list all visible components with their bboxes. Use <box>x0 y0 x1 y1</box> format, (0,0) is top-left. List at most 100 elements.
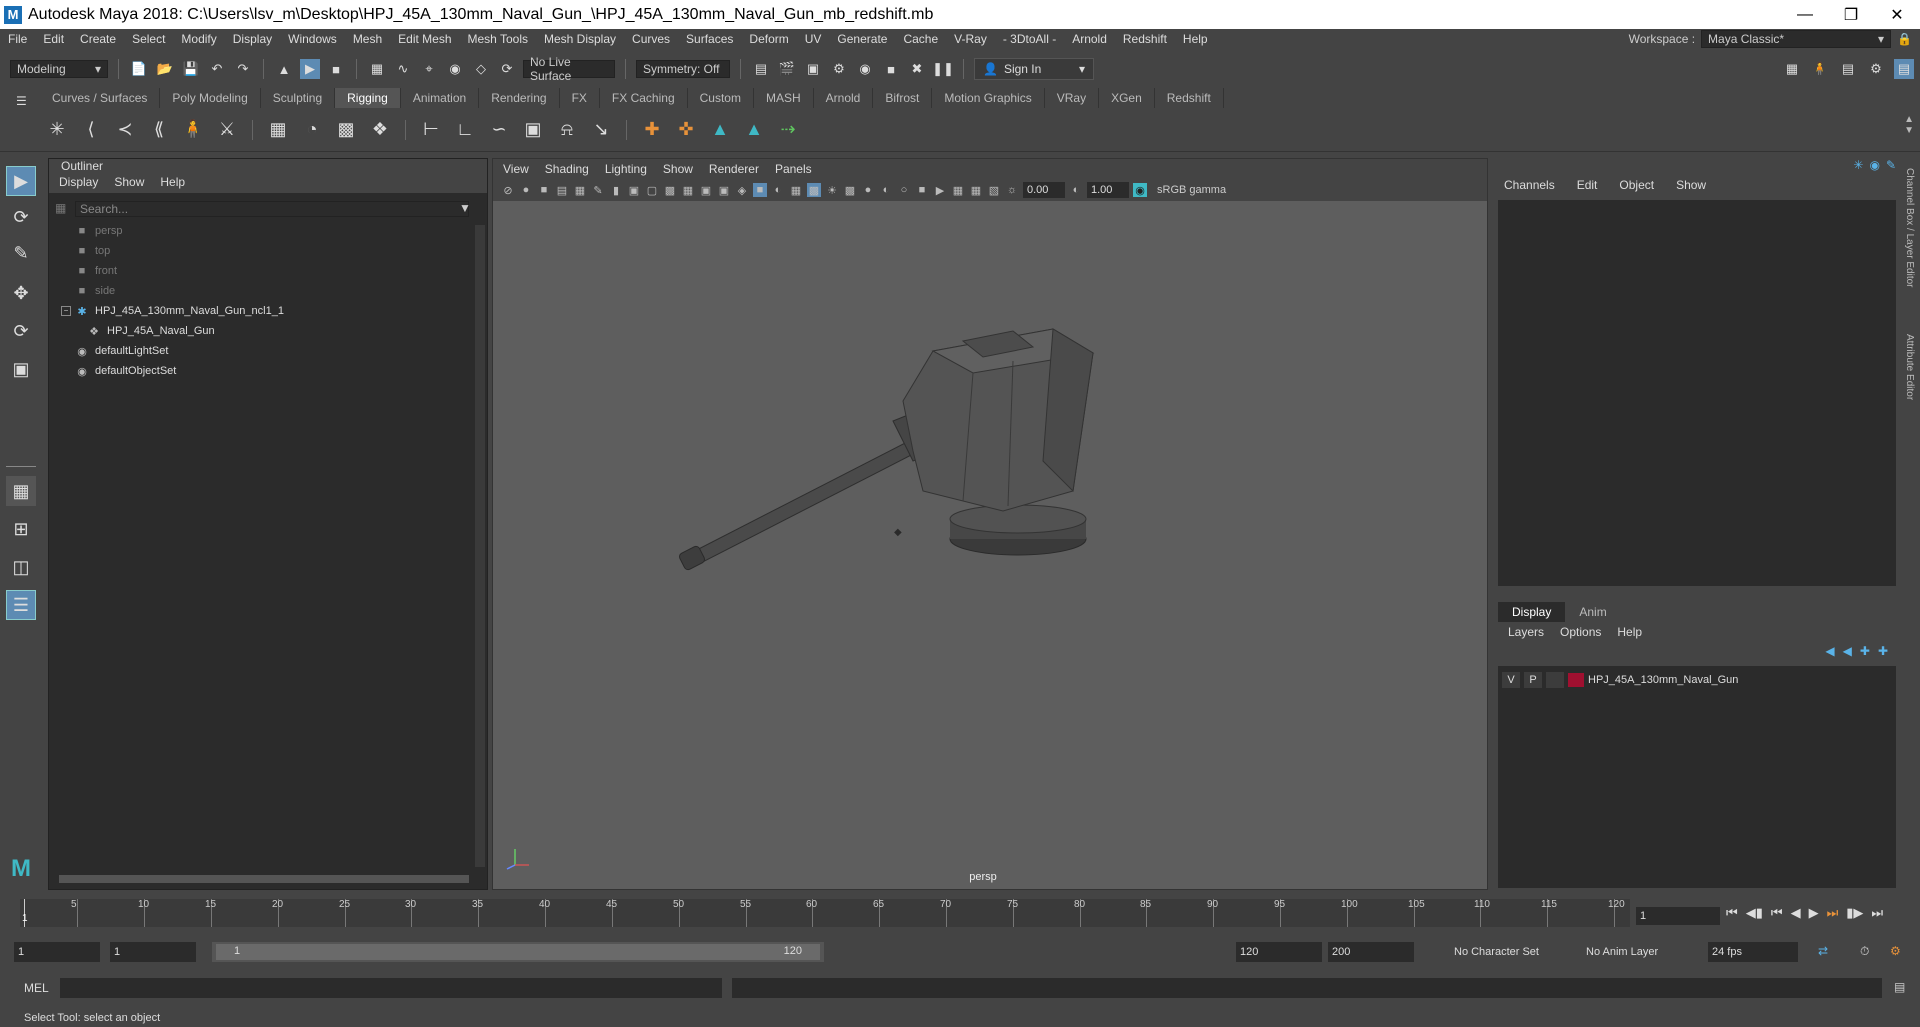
shelf-tab-animation[interactable]: Animation <box>401 88 480 108</box>
image-plane-icon[interactable]: ▤ <box>555 183 569 197</box>
safe-action-icon[interactable]: ▣ <box>699 183 713 197</box>
select-tool-icon[interactable]: ▶ <box>6 166 36 196</box>
channel-box-area[interactable] <box>1498 200 1896 586</box>
attribute-editor-side-tab[interactable]: Attribute Editor <box>1904 334 1915 400</box>
bind-skin-icon[interactable]: ▦ <box>265 117 291 143</box>
gamma-icon[interactable]: ◐ <box>1069 183 1083 197</box>
ik-spline-icon[interactable]: ≺ <box>112 117 138 143</box>
colorspace-dropdown[interactable]: sRGB gamma <box>1151 182 1301 198</box>
attribute-editor-toggle-icon[interactable]: ▤ <box>1838 59 1858 79</box>
render-settings-icon[interactable]: ⚙ <box>829 59 849 79</box>
shelf-tab-mash[interactable]: MASH <box>754 88 814 108</box>
new-layer-icon[interactable]: ✚ <box>1860 644 1870 658</box>
move-layer-up-icon[interactable]: ◀ <box>1825 644 1834 658</box>
tool-settings-panel-icon[interactable]: ✎ <box>1886 158 1896 172</box>
menu-create[interactable]: Create <box>72 32 124 46</box>
shelf-tab-arnold[interactable]: Arnold <box>814 88 874 108</box>
layer-color-swatch[interactable] <box>1568 673 1584 687</box>
menu-edit[interactable]: Edit <box>35 32 72 46</box>
outliner-item[interactable]: ◉ defaultObjectSet <box>49 361 469 381</box>
shelf-tab-rigging[interactable]: Rigging <box>335 88 401 108</box>
pole-vector-icon[interactable]: ↘ <box>588 117 614 143</box>
grease-pencil-icon[interactable]: ✎ <box>591 183 605 197</box>
hypershade-icon[interactable]: ◉ <box>855 59 875 79</box>
shelf-tab-rendering[interactable]: Rendering <box>479 88 560 108</box>
new-layer-selected-icon[interactable]: ✚ <box>1878 644 1888 658</box>
parent-constraint-icon[interactable]: ⍾ <box>554 117 580 143</box>
menu-vray[interactable]: V-Ray <box>946 32 995 46</box>
snap-live-icon[interactable]: ⟳ <box>497 59 517 79</box>
wireframe-icon[interactable]: ◈ <box>735 183 749 197</box>
tool-settings-icon[interactable]: ⚙ <box>1866 59 1886 79</box>
gate-mask-icon[interactable]: ▩ <box>663 183 677 197</box>
mel-input[interactable] <box>60 978 722 998</box>
bookmark-icon[interactable]: ■ <box>537 183 551 197</box>
cv-curve-icon[interactable]: ✜ <box>673 117 699 143</box>
shelf-tab-fx-caching[interactable]: FX Caching <box>600 88 688 108</box>
character-set-dropdown[interactable]: No Character Set <box>1450 942 1560 962</box>
collapse-icon[interactable]: − <box>61 306 71 316</box>
outliner-item[interactable]: ◉ defaultLightSet <box>49 341 469 361</box>
safe-title-icon[interactable]: ▣ <box>717 183 731 197</box>
move-pivot-icon[interactable]: ⇢ <box>775 117 801 143</box>
channel-box-side-tab[interactable]: Channel Box / Layer Editor <box>1904 168 1915 288</box>
default-material-icon[interactable]: ◐ <box>771 183 785 197</box>
single-perspective-layout-icon[interactable]: ▦ <box>6 476 36 506</box>
animation-preferences-icon[interactable]: ⚙ <box>1890 944 1901 958</box>
redo-icon[interactable]: ↷ <box>233 59 253 79</box>
range-slider[interactable]: 1 120 <box>212 942 824 962</box>
layer-menu-layers[interactable]: Layers <box>1508 625 1544 639</box>
viewport-menu-panels[interactable]: Panels <box>775 162 812 176</box>
channel-box-menu-channels[interactable]: Channels <box>1504 178 1555 192</box>
insert-joint-icon[interactable]: ⟪ <box>146 117 172 143</box>
menu-deform[interactable]: Deform <box>741 32 796 46</box>
menu-windows[interactable]: Windows <box>280 32 345 46</box>
point-constraint-icon[interactable]: ⊢ <box>418 117 444 143</box>
shelf-tab-poly-modeling[interactable]: Poly Modeling <box>160 88 261 108</box>
move-layer-down-icon[interactable]: ◀ <box>1843 644 1852 658</box>
field-chart-icon[interactable]: ▦ <box>681 183 695 197</box>
mash-distribute-icon[interactable]: ▲ <box>741 117 767 143</box>
outliner-item[interactable]: ■ persp <box>49 221 469 241</box>
menu-generate[interactable]: Generate <box>829 32 895 46</box>
undo-icon[interactable]: ↶ <box>207 59 227 79</box>
menu-mesh-tools[interactable]: Mesh Tools <box>460 32 536 46</box>
menu-file[interactable]: File <box>0 32 35 46</box>
auto-key-icon[interactable]: ⏱ <box>1860 944 1869 959</box>
shelf-tab-fx[interactable]: FX <box>560 88 600 108</box>
save-scene-icon[interactable]: 💾 <box>181 59 201 79</box>
attribute-icon[interactable]: ◉ <box>1869 158 1879 172</box>
render-view-icon[interactable]: ■ <box>881 59 901 79</box>
go-to-start-icon[interactable]: ⏮ <box>1726 905 1738 921</box>
shadows-icon[interactable]: ▩ <box>843 183 857 197</box>
isolate-select-icon[interactable]: ▶ <box>933 183 947 197</box>
outliner-layout-icon[interactable]: ☰ <box>6 590 36 620</box>
menu-arnold[interactable]: Arnold <box>1064 32 1115 46</box>
channel-box-menu-edit[interactable]: Edit <box>1577 178 1598 192</box>
render-icon[interactable]: 🎬 <box>777 59 797 79</box>
persp-outliner-layout-icon[interactable]: ◫ <box>6 552 36 582</box>
outliner-item[interactable]: ■ front <box>49 261 469 281</box>
menu-cache[interactable]: Cache <box>895 32 946 46</box>
outliner-item[interactable]: ■ side <box>49 281 469 301</box>
anim-start-field[interactable]: 1 <box>110 942 196 962</box>
start-time-field[interactable]: 1 <box>14 942 100 962</box>
select-hierarchy-icon[interactable]: ▲ <box>274 59 294 79</box>
viewport-menu-show[interactable]: Show <box>663 162 693 176</box>
mode-dropdown[interactable]: Modeling ▾ <box>10 60 108 78</box>
modeling-toolkit-icon[interactable]: ▦ <box>1782 59 1802 79</box>
orient-constraint-icon[interactable]: ∽ <box>486 117 512 143</box>
aim-constraint-icon[interactable]: ∟ <box>452 117 478 143</box>
maximize-button[interactable]: ❐ <box>1828 0 1874 29</box>
locator-icon[interactable]: ✚ <box>639 117 665 143</box>
smooth-shade-icon[interactable]: ■ <box>753 183 767 197</box>
menu-3dtoall[interactable]: - 3DtoAll - <box>995 32 1064 46</box>
scale-constraint-icon[interactable]: ▣ <box>520 117 546 143</box>
two-d-pan-icon[interactable]: ▦ <box>573 183 587 197</box>
lasso-tool-icon[interactable]: ⟳ <box>6 202 36 232</box>
select-component-icon[interactable]: ■ <box>326 59 346 79</box>
scale-tool-icon[interactable]: ▣ <box>6 354 36 384</box>
layer-menu-options[interactable]: Options <box>1560 625 1601 639</box>
xray-active-icon[interactable]: ▦ <box>969 183 983 197</box>
shelf-tab-motion-graphics[interactable]: Motion Graphics <box>932 88 1045 108</box>
